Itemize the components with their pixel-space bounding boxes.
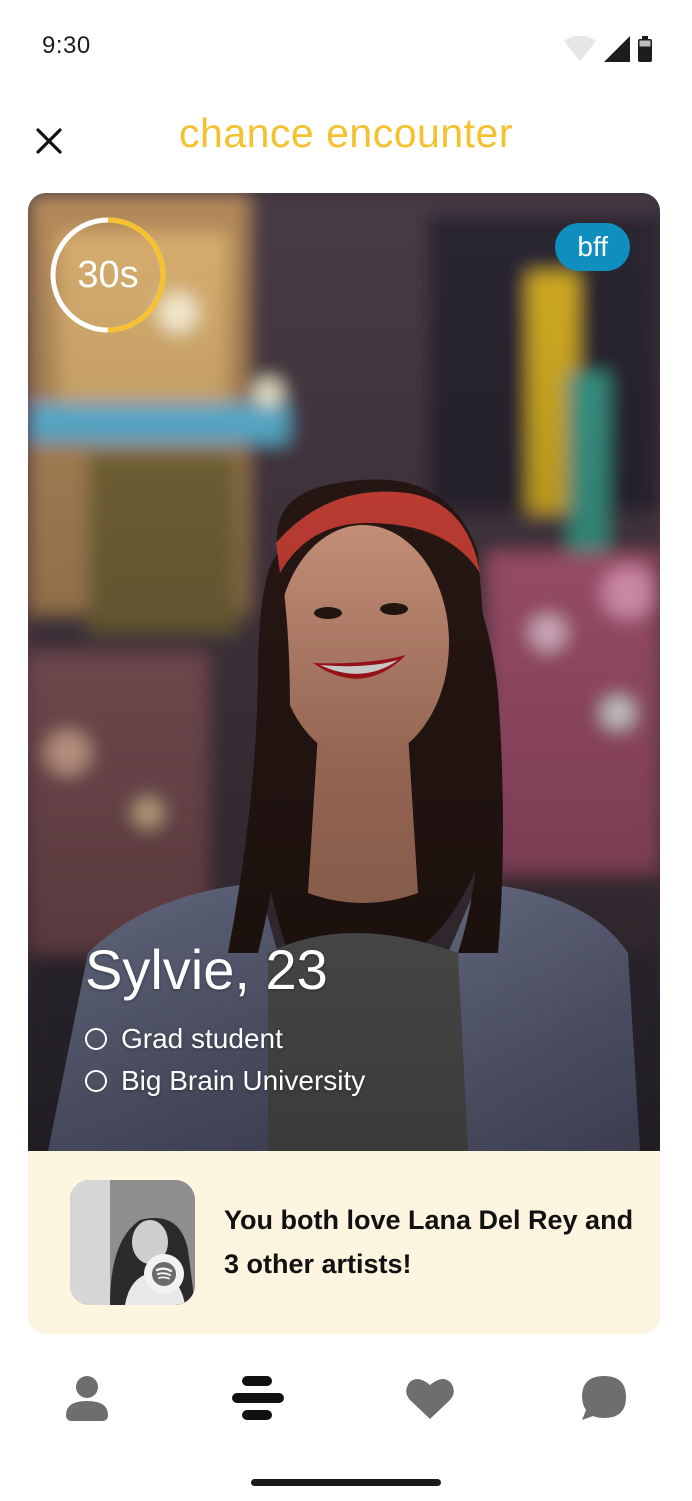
nav-encounters[interactable] xyxy=(226,1366,290,1430)
status-icons xyxy=(564,36,652,62)
chat-icon xyxy=(582,1376,626,1420)
nav-profile[interactable] xyxy=(55,1366,119,1430)
detail-label: Grad student xyxy=(121,1023,283,1054)
countdown-timer[interactable]: 30s xyxy=(48,215,168,335)
home-indicator xyxy=(251,1479,441,1486)
bottom-nav xyxy=(0,1356,692,1438)
status-bar: 9:30 xyxy=(0,0,692,92)
header: chance encounter xyxy=(0,96,692,176)
heart-icon xyxy=(406,1378,454,1419)
detail-label: Big Brain University xyxy=(121,1065,366,1096)
wifi-icon xyxy=(564,36,596,61)
battery-icon xyxy=(638,36,652,62)
profile-icon xyxy=(66,1376,108,1421)
profile-detail-occupation: Grad student xyxy=(85,1023,283,1055)
shared-music-banner[interactable]: You both love Lana Del Rey and 3 other a… xyxy=(28,1151,660,1334)
stack-icon xyxy=(232,1376,284,1420)
nav-likes[interactable] xyxy=(398,1366,462,1430)
circle-icon xyxy=(85,1070,107,1092)
profile-detail-school: Big Brain University xyxy=(85,1065,365,1097)
profile-card[interactable]: 30s bff Sylvie, 23 Grad student Big Brai… xyxy=(28,193,660,1334)
page-title: chance encounter xyxy=(179,110,513,156)
profile-photo: 30s bff Sylvie, 23 Grad student Big Brai… xyxy=(28,193,660,1151)
timer-label: 30s xyxy=(77,253,139,296)
nav-chat[interactable] xyxy=(572,1366,636,1430)
circle-icon xyxy=(85,1028,107,1050)
shared-music-text: You both love Lana Del Rey and 3 other a… xyxy=(224,1205,634,1279)
mode-tag[interactable]: bff xyxy=(555,223,630,271)
album-art xyxy=(70,1180,195,1305)
profile-photo-illustration xyxy=(28,193,660,1151)
spotify-icon xyxy=(144,1254,184,1294)
cellular-signal-icon xyxy=(604,36,630,62)
profile-name: Sylvie, 23 xyxy=(85,938,328,1001)
status-time: 9:30 xyxy=(42,32,91,59)
